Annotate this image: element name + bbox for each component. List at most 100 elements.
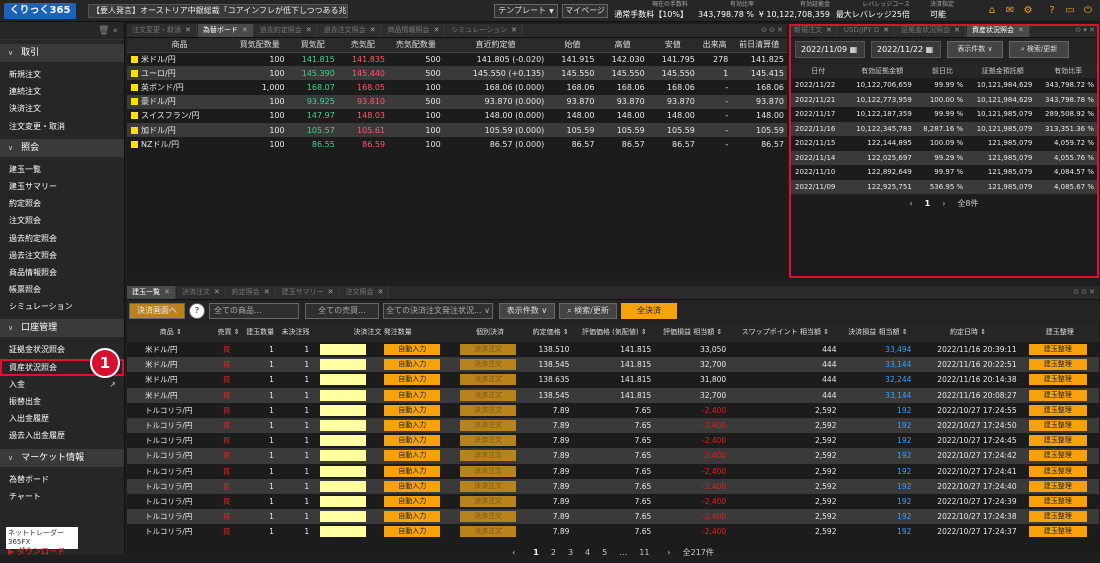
close-order-button[interactable]: 決済注文 [459, 344, 516, 356]
col-swap[interactable]: スワップポイント 相当額 ⇕ [730, 322, 841, 342]
panel-controls[interactable]: ⊙ ⊙ ✕ [1073, 286, 1095, 299]
close-icon[interactable]: ✕ [1018, 26, 1024, 34]
rate-cell[interactable]: 105.61 [337, 122, 389, 138]
tab-past-executions[interactable]: 過去約定照会 ✕ [254, 24, 318, 37]
rate-cell[interactable]: 147.97 [288, 109, 338, 123]
col-product[interactable]: 商品 [127, 38, 232, 53]
auto-input-button[interactable]: 自動入力 [384, 495, 441, 507]
rate-row[interactable]: スイスフラン/円 100 147.97 148.03 100 148.00 (0.000)… [127, 109, 787, 123]
sidebar-item-product-info[interactable]: 商品情報照会 [0, 264, 124, 281]
close-qty-input[interactable] [319, 420, 366, 432]
close-qty-input[interactable] [319, 374, 366, 386]
close-order-button[interactable]: 決済注文 [459, 420, 516, 432]
page-link[interactable]: 3 [568, 548, 573, 557]
tab-margin-status[interactable]: 証拠金状況照会 ✕ [896, 24, 966, 37]
tab-new-order[interactable]: 新規注文 ✕ [789, 24, 838, 37]
auto-input-button[interactable]: 自動入力 [384, 374, 441, 386]
sidebar-item-change-cancel[interactable]: 注文変更・取消 [0, 118, 124, 135]
sidebar-item-reports[interactable]: 帳票照会 [0, 281, 124, 298]
page-link[interactable]: 5 [602, 548, 607, 557]
tab-usdjpy-chart[interactable]: USD/JPY D ✕ [838, 24, 896, 37]
auto-input-button[interactable]: 自動入力 [384, 420, 441, 432]
col-product[interactable]: 商品 ⇕ [127, 322, 215, 342]
tab-asset-status[interactable]: 資産状況照会 ✕ [966, 24, 1030, 37]
col-side[interactable]: 売買 ⇕ [214, 322, 243, 342]
auto-input-button[interactable]: 自動入力 [384, 526, 441, 538]
section-trade[interactable]: ∨ 取引 [0, 44, 124, 62]
col-low[interactable]: 安値 [647, 38, 698, 53]
col-close-pl[interactable]: 決済損益 相当額 ⇕ [840, 322, 916, 342]
arrange-button[interactable]: 建玉整理 [1028, 526, 1087, 538]
tab-executions[interactable]: 約定照会 ✕ [226, 286, 276, 299]
arrange-button[interactable]: 建玉整理 [1028, 450, 1087, 462]
close-qty-input[interactable] [319, 526, 366, 538]
close-order-button[interactable]: 決済注文 [459, 389, 516, 401]
rate-cell[interactable]: 168.05 [338, 80, 388, 94]
sidebar-item-past-orders[interactable]: 過去注文照会 [0, 247, 124, 264]
prev-page-icon[interactable]: ‹ [909, 199, 912, 208]
close-icon[interactable]: ✕ [954, 26, 960, 34]
auto-input-button[interactable]: 自動入力 [384, 344, 441, 356]
auto-input-button[interactable]: 自動入力 [384, 389, 441, 401]
close-qty-input[interactable] [319, 359, 366, 371]
collapse-icon[interactable]: « [112, 26, 118, 36]
download-banner[interactable]: ネットトレーダー365FX ▶ ダウンロード [6, 527, 78, 556]
close-qty-input[interactable] [319, 435, 366, 447]
close-icon[interactable]: ✕ [511, 26, 517, 34]
tab-positions[interactable]: 建玉一覧 ✕ [127, 286, 176, 299]
search-refresh-button[interactable]: ⌕ 検索/更新 [1009, 41, 1069, 58]
tab-product-info[interactable]: 商品情報照会 ✕ [382, 24, 446, 37]
close-icon[interactable]: ✕ [185, 26, 191, 34]
monitor-icon[interactable]: ▭ [1064, 5, 1076, 17]
close-order-button[interactable]: 決済注文 [459, 480, 516, 492]
auto-input-button[interactable]: 自動入力 [384, 359, 441, 371]
buysell-filter[interactable]: 全ての売買... [305, 303, 379, 319]
close-screen-button[interactable]: 決済画面へ [129, 303, 185, 319]
close-qty-input[interactable] [319, 480, 366, 492]
sidebar-item-orders[interactable]: 注文照会 [0, 212, 124, 229]
close-icon[interactable]: ✕ [242, 26, 248, 34]
arrange-button[interactable]: 建玉整理 [1028, 465, 1087, 477]
sidebar-item-past-cash-history[interactable]: 過去入出金履歴 [0, 427, 124, 444]
arrange-button[interactable]: 建玉整理 [1028, 359, 1087, 371]
count-select[interactable]: 表示件数 ∨ [947, 41, 1003, 58]
panel-controls[interactable]: ⊙ ⊙ ✕ [761, 24, 783, 37]
sidebar-item-cash-history[interactable]: 入出金履歴 [0, 410, 124, 427]
col-high[interactable]: 高値 [597, 38, 648, 53]
next-page-icon[interactable]: › [942, 199, 945, 208]
tab-rate-board[interactable]: 為替ボード ✕ [197, 24, 254, 37]
gear-icon[interactable]: ⚙ [1022, 5, 1034, 17]
arrange-button[interactable]: 建玉整理 [1028, 404, 1087, 416]
close-qty-input[interactable] [319, 450, 366, 462]
date-to-field[interactable]: 2022/11/22 ▦ [871, 41, 941, 58]
brand-logo[interactable]: くりっく365 [4, 3, 76, 19]
close-icon[interactable]: ✕ [826, 26, 832, 34]
tab-close-order[interactable]: 決済注文 ✕ [176, 286, 226, 299]
page-link[interactable]: 2 [551, 548, 556, 557]
auto-input-button[interactable]: 自動入力 [384, 480, 441, 492]
rate-cell[interactable]: 168.07 [288, 80, 338, 94]
close-qty-input[interactable] [319, 465, 366, 477]
arrange-button[interactable]: 建玉整理 [1028, 420, 1087, 432]
section-market[interactable]: ∨ マーケット情報 [0, 448, 124, 467]
close-icon[interactable]: ✕ [164, 288, 170, 296]
arrange-button[interactable]: 建玉整理 [1028, 389, 1087, 401]
rate-cell[interactable]: 141.815 [288, 52, 338, 66]
page-current[interactable]: 1 [925, 199, 931, 208]
col-exec-price[interactable]: 約定価格 ⇕ [527, 322, 574, 342]
close-order-button[interactable]: 決済注文 [459, 495, 516, 507]
close-icon[interactable]: ✕ [264, 288, 270, 296]
next-page-icon[interactable]: › [667, 548, 670, 557]
close-icon[interactable]: ✕ [214, 288, 220, 296]
rate-cell[interactable]: 145.390 [287, 66, 338, 81]
col-ask-qty[interactable]: 売気配数量 [388, 38, 444, 53]
col-open[interactable]: 始値 [547, 38, 598, 53]
close-order-button[interactable]: 決済注文 [459, 526, 516, 538]
close-order-button[interactable]: 決済注文 [459, 511, 516, 523]
help-icon[interactable]: ? [189, 303, 205, 319]
section-account[interactable]: ∨ 口座管理 [0, 319, 124, 338]
close-order-button[interactable]: 決済注文 [459, 450, 516, 462]
search-refresh-button[interactable]: ⌕ 検索/更新 [559, 303, 617, 319]
sidebar-item-new-order[interactable]: 新規注文 [0, 66, 124, 83]
col-exec-time[interactable]: 約定日時 ⇕ [915, 322, 1021, 342]
